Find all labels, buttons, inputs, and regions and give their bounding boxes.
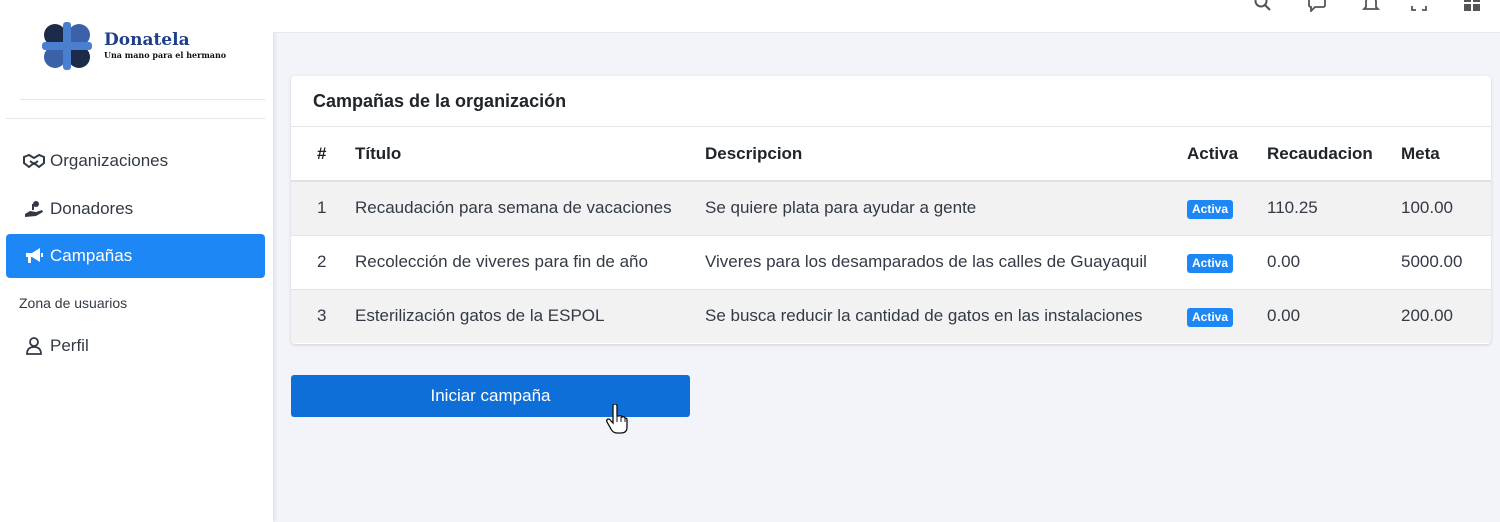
row-recaudacion: 110.25 (1267, 180, 1401, 235)
card-title: Campañas de la organización (291, 76, 1491, 127)
row-titulo: Esterilización gatos de la ESPOL (355, 288, 705, 343)
start-campaign-button[interactable]: Iniciar campaña (291, 375, 690, 417)
column-header-titulo: Título (355, 127, 705, 182)
row-meta: 100.00 (1401, 180, 1491, 235)
row-num: 2 (291, 234, 355, 289)
sidebar-item-donadores[interactable]: Donadores (6, 187, 265, 231)
chat-icon[interactable] (1306, 0, 1328, 14)
row-titulo: Recolección de viveres para fin de año (355, 234, 705, 289)
sidebar-item-label: Donadores (50, 199, 134, 218)
row-recaudacion: 0.00 (1267, 288, 1401, 343)
zone-label: Zona de usuarios (19, 295, 128, 311)
row-num: 1 (291, 180, 355, 235)
divider (20, 99, 265, 100)
campaigns-table: # Título Descripcion Activa Recaudacion … (291, 127, 1491, 343)
divider (6, 118, 265, 119)
column-header-recaudacion: Recaudacion (1267, 127, 1401, 182)
sidebar-item-label: Campañas (50, 246, 133, 265)
sidebar-item-campanas[interactable]: Campañas (6, 234, 265, 278)
row-descripcion: Se busca reducir la cantidad de gatos en… (705, 288, 1187, 343)
table-row[interactable]: 3 Esterilización gatos de la ESPOL Se bu… (291, 288, 1491, 343)
status-badge: Activa (1187, 307, 1234, 327)
sidebar-item-organizaciones[interactable]: Organizaciones (6, 139, 265, 183)
row-activa: Activa (1187, 288, 1267, 343)
row-descripcion: Viveres para los desamparados de las cal… (705, 234, 1187, 289)
sidebar-item-label: Perfil (50, 336, 89, 355)
row-activa: Activa (1187, 180, 1267, 235)
fullscreen-icon[interactable] (1408, 0, 1430, 14)
column-header-descripcion: Descripcion (705, 127, 1187, 182)
hand-holding-icon (23, 200, 45, 218)
status-badge: Activa (1187, 199, 1234, 219)
sidebar-item-perfil[interactable]: Perfil (6, 324, 265, 368)
handshake-icon (23, 152, 45, 170)
table-row[interactable]: 1 Recaudación para semana de vacaciones … (291, 180, 1491, 235)
column-header-activa: Activa (1187, 127, 1267, 182)
brand-tagline: Una mano para el hermano (104, 50, 227, 60)
brand-logo[interactable]: Donatela Una mano para el hermano (38, 18, 226, 74)
row-descripcion: Se quiere plata para ayudar a gente (705, 180, 1187, 235)
table-row[interactable]: 2 Recolección de viveres para fin de año… (291, 234, 1491, 289)
sidebar: Donatela Una mano para el hermano Organi… (0, 0, 273, 522)
topbar (273, 0, 1500, 33)
search-icon[interactable] (1252, 0, 1274, 14)
row-meta: 5000.00 (1401, 234, 1491, 289)
table-header-row: # Título Descripcion Activa Recaudacion … (291, 127, 1491, 182)
row-titulo: Recaudación para semana de vacaciones (355, 180, 705, 235)
row-meta: 200.00 (1401, 288, 1491, 343)
user-icon (23, 337, 45, 355)
status-badge: Activa (1187, 253, 1234, 273)
column-header-meta: Meta (1401, 127, 1491, 182)
hand-cursor-icon (606, 404, 628, 434)
row-activa: Activa (1187, 234, 1267, 289)
megaphone-icon (23, 247, 45, 265)
row-num: 3 (291, 288, 355, 343)
campaigns-card: Campañas de la organización # Título Des… (291, 76, 1491, 344)
row-recaudacion: 0.00 (1267, 234, 1401, 289)
bell-icon[interactable] (1360, 0, 1382, 14)
sidebar-item-label: Organizaciones (50, 151, 169, 170)
column-header-num: # (291, 127, 355, 182)
brand-name: Donatela (104, 30, 190, 50)
logo-icon (42, 22, 92, 70)
apps-grid-icon[interactable] (1461, 0, 1483, 14)
